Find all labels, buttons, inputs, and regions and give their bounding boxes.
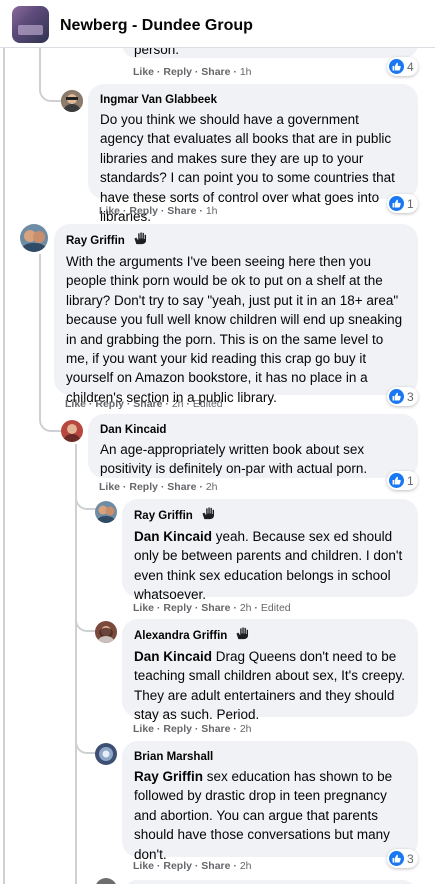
- comment-bubble: Ray Griffin Dan Kincaid yeah. Because se…: [122, 499, 418, 602]
- comment-author[interactable]: Ray Griffin: [66, 232, 406, 250]
- comment-text: With the arguments I've been seeing here…: [66, 254, 403, 405]
- share-button[interactable]: Share: [133, 398, 162, 410]
- comment-text: Dan Kincaid Drag Queens don't need to be…: [134, 647, 406, 725]
- reply-button[interactable]: Reply: [163, 723, 192, 735]
- comment-bubble: Ray Griffin With the arguments I've been…: [54, 224, 418, 405]
- comment-author[interactable]: Brian Marshall: [134, 749, 406, 765]
- comment-time[interactable]: 2h: [240, 860, 252, 872]
- comment-actions: Like · Reply · Share · 2h: [99, 481, 218, 493]
- comment-time[interactable]: 1h: [206, 205, 218, 217]
- author-name[interactable]: Alexandra Griffin: [134, 628, 227, 644]
- thread-elbow: [75, 722, 97, 754]
- reaction-count[interactable]: 1: [387, 194, 418, 213]
- thread-elbow: [39, 48, 61, 102]
- top-fan-badge-icon[interactable]: [235, 627, 251, 645]
- reaction-number: 4: [407, 59, 414, 74]
- comment-text: Ray Griffin sex education has shown to b…: [134, 767, 406, 864]
- like-button[interactable]: Like: [133, 602, 154, 614]
- avatar[interactable]: [20, 224, 48, 252]
- thread-line: [39, 254, 41, 414]
- reaction-number: 3: [407, 851, 414, 866]
- group-header: Newberg - Dundee Group: [0, 0, 435, 48]
- reaction-number: 1: [407, 196, 414, 211]
- thread-line: [75, 500, 77, 884]
- share-button[interactable]: Share: [201, 66, 230, 78]
- like-reaction-icon: [389, 473, 404, 488]
- comment-actions: Like · Reply · Share · 2h · Edited: [65, 398, 223, 410]
- author-name[interactable]: Ingmar Van Glabbeek: [100, 92, 217, 108]
- comment-time[interactable]: 2h: [240, 602, 252, 614]
- like-reaction-icon: [389, 59, 404, 74]
- reply-button[interactable]: Reply: [163, 66, 192, 78]
- share-button[interactable]: Share: [167, 205, 196, 217]
- comment-actions: Like · Reply · Share · 1h: [133, 66, 252, 78]
- edited-label[interactable]: Edited: [261, 602, 291, 614]
- comment-bubble: Brian Marshall Ray Griffin sex education…: [122, 741, 418, 862]
- like-button[interactable]: Like: [65, 398, 86, 410]
- like-reaction-icon: [389, 389, 404, 404]
- share-button[interactable]: Share: [201, 723, 230, 735]
- top-fan-badge-icon[interactable]: [133, 232, 149, 250]
- like-button[interactable]: Like: [133, 723, 154, 735]
- avatar[interactable]: [61, 90, 83, 112]
- comment-bubble: Dan Kincaid An age-appropriately written…: [88, 414, 418, 478]
- thread-line: [3, 48, 5, 884]
- comment-actions: Like · Reply · Share · 2h · Edited: [133, 602, 291, 614]
- share-button[interactable]: Share: [167, 481, 196, 493]
- reaction-count[interactable]: 1: [387, 471, 418, 490]
- top-fan-badge-icon[interactable]: [201, 507, 217, 525]
- like-button[interactable]: Like: [133, 66, 154, 78]
- reply-button[interactable]: Reply: [95, 398, 124, 410]
- author-name[interactable]: Brian Marshall: [134, 749, 213, 765]
- avatar[interactable]: [95, 743, 117, 765]
- reaction-count[interactable]: 4: [387, 57, 418, 76]
- like-reaction-icon: [389, 851, 404, 866]
- reply-button[interactable]: Reply: [129, 481, 158, 493]
- reply-button[interactable]: Reply: [129, 205, 158, 217]
- thread-elbow: [39, 400, 61, 432]
- reaction-count[interactable]: 3: [387, 849, 418, 868]
- reply-button[interactable]: Reply: [163, 602, 192, 614]
- like-button[interactable]: Like: [99, 205, 120, 217]
- like-button[interactable]: Like: [133, 860, 154, 872]
- thread-elbow: [75, 600, 97, 632]
- comment-author[interactable]: Alexandra Griffin: [134, 627, 406, 645]
- comment-text: An age-appropriately written book about …: [100, 442, 368, 477]
- reaction-number: 3: [407, 389, 414, 404]
- author-name[interactable]: Ray Griffin: [66, 233, 125, 249]
- author-name[interactable]: Dan Kincaid: [100, 422, 166, 438]
- comment-actions: Like · Reply · Share · 2h: [133, 723, 252, 735]
- comment-time[interactable]: 2h: [172, 398, 184, 410]
- group-title[interactable]: Newberg - Dundee Group: [60, 17, 253, 35]
- comment-author[interactable]: Ray Griffin: [134, 507, 406, 525]
- avatar[interactable]: [95, 621, 117, 643]
- comment-bubble: Ingmar Van Glabbeek Do you think we shou…: [88, 84, 418, 224]
- comment-time[interactable]: 2h: [206, 481, 218, 493]
- comment-time[interactable]: 2h: [240, 723, 252, 735]
- avatar[interactable]: [95, 878, 117, 884]
- reaction-count[interactable]: 3: [387, 387, 418, 406]
- mention-link[interactable]: Dan Kincaid: [134, 649, 212, 664]
- group-avatar[interactable]: [12, 6, 49, 43]
- author-name[interactable]: Ray Griffin: [134, 508, 193, 524]
- comment-author[interactable]: Ingmar Van Glabbeek: [100, 92, 406, 108]
- comment-author[interactable]: Dan Kincaid: [100, 422, 406, 438]
- comment-bubble: Alexandra Griffin Dan Kincaid Drag Queen…: [122, 619, 418, 722]
- like-reaction-icon: [389, 196, 404, 211]
- share-button[interactable]: Share: [201, 602, 230, 614]
- comment-actions: Like · Reply · Share · 2h: [133, 860, 252, 872]
- comment-bubble: [122, 880, 418, 884]
- comment-actions: Like · Reply · Share · 1h: [99, 205, 218, 217]
- mention-link[interactable]: Ray Griffin: [134, 769, 203, 784]
- edited-label[interactable]: Edited: [193, 398, 223, 410]
- avatar[interactable]: [95, 501, 117, 523]
- reaction-number: 1: [407, 473, 414, 488]
- like-button[interactable]: Like: [99, 481, 120, 493]
- share-button[interactable]: Share: [201, 860, 230, 872]
- comment-text: Dan Kincaid yeah. Because sex ed should …: [134, 527, 406, 605]
- comment-time[interactable]: 1h: [240, 66, 252, 78]
- avatar[interactable]: [61, 420, 83, 442]
- mention-link[interactable]: Dan Kincaid: [134, 529, 212, 544]
- reply-button[interactable]: Reply: [163, 860, 192, 872]
